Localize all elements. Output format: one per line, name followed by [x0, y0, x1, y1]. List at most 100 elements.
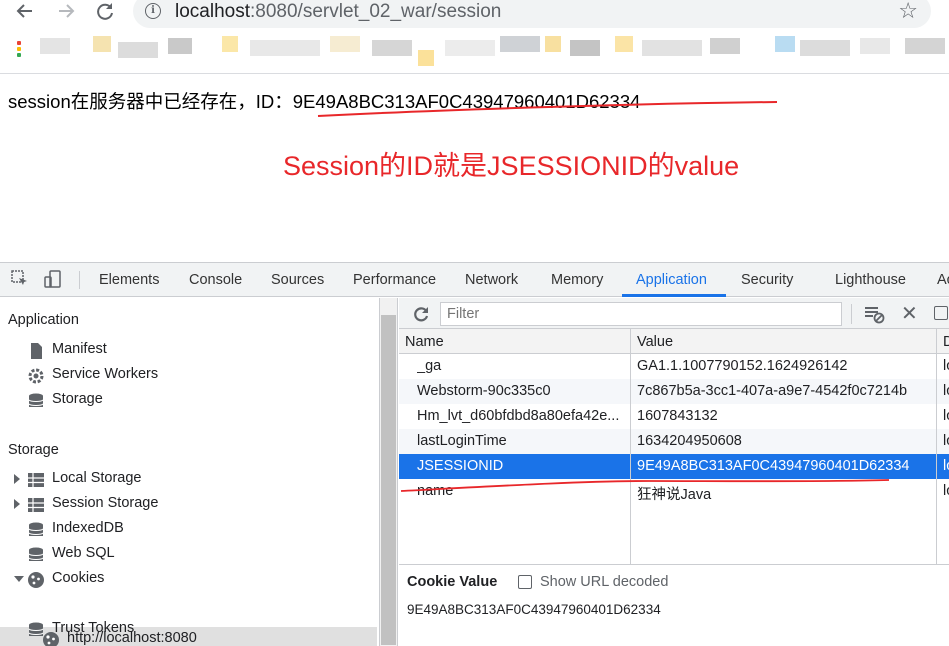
- red-underline-mark: [317, 101, 778, 117]
- tab-console[interactable]: Console: [189, 272, 242, 288]
- bookmarks-bar: [0, 30, 949, 74]
- cookie-table: Name Value D _ga GA1.1.1007790152.162492…: [399, 329, 949, 564]
- apps-icon[interactable]: [17, 41, 21, 45]
- blurred-bookmark[interactable]: [710, 38, 740, 54]
- tab-application[interactable]: Application: [636, 272, 707, 288]
- sidebar-item-manifest[interactable]: Manifest: [27, 339, 227, 363]
- delete-selected-icon[interactable]: ✕: [901, 301, 918, 326]
- url-text[interactable]: localhost:8080/servlet_02_war/session: [175, 1, 501, 23]
- devtools-panel: Elements Console Sources Performance Net…: [0, 262, 949, 646]
- sidebar-header-application: Application: [8, 312, 79, 328]
- blurred-bookmark[interactable]: [222, 36, 238, 52]
- cookie-domain-cell: lo: [943, 383, 949, 399]
- sidebar-item-label: Local Storage: [52, 470, 142, 486]
- blurred-bookmark[interactable]: [860, 38, 890, 54]
- sidebar-item-label: Service Workers: [52, 366, 159, 382]
- grid-icon: [27, 496, 45, 514]
- blurred-bookmark[interactable]: [372, 40, 412, 56]
- inspect-element-icon[interactable]: [10, 269, 30, 289]
- back-arrow-icon[interactable]: [13, 0, 37, 24]
- screenshot-root: i localhost:8080/servlet_02_war/session …: [0, 0, 949, 646]
- url-path: :8080/servlet_02_war/session: [250, 1, 502, 22]
- tab-memory[interactable]: Memory: [551, 272, 603, 288]
- blurred-bookmark[interactable]: [545, 36, 561, 52]
- column-header-domain[interactable]: D: [943, 334, 949, 350]
- sidebar-item-label: Web SQL: [52, 545, 115, 561]
- table-row[interactable]: lastLoginTime 1634204950608 lo: [399, 429, 949, 454]
- sidebar-item-trust-tokens[interactable]: Trust Tokens: [27, 618, 247, 642]
- bookmark-star-icon[interactable]: ☆: [898, 0, 918, 24]
- column-divider[interactable]: [936, 329, 937, 564]
- sidebar-item-service-workers[interactable]: Service Workers: [27, 364, 227, 388]
- collapse-arrow-icon[interactable]: [14, 576, 24, 582]
- refresh-icon[interactable]: [411, 304, 431, 324]
- gear-icon: [27, 367, 45, 385]
- blurred-bookmark[interactable]: [570, 40, 600, 56]
- blurred-bookmark[interactable]: [250, 40, 320, 56]
- blurred-bookmark[interactable]: [800, 40, 850, 56]
- blurred-bookmark[interactable]: [40, 38, 70, 54]
- cookie-value-title: Cookie Value: [407, 574, 498, 590]
- cookie-domain-cell: lo: [943, 483, 949, 499]
- session-message-prefix: session在服务器中已经存在，ID：: [8, 91, 293, 112]
- only-show-issues-checkbox[interactable]: [934, 306, 948, 320]
- tab-accessibility-cut[interactable]: Ac: [937, 272, 949, 288]
- sidebar-item-local-storage[interactable]: Local Storage: [14, 468, 247, 492]
- blurred-bookmark[interactable]: [775, 36, 795, 52]
- expand-arrow-icon[interactable]: [14, 499, 20, 509]
- cookie-domain-cell: lo: [943, 358, 949, 374]
- reload-icon[interactable]: [93, 0, 117, 24]
- cookies-main-pane: ✕ Name Value D _ga GA1.1.1007790152.1624…: [399, 298, 949, 646]
- table-row[interactable]: _ga GA1.1.1007790152.1624926142 lo: [399, 354, 949, 379]
- tab-performance[interactable]: Performance: [353, 272, 436, 288]
- blurred-bookmark[interactable]: [418, 50, 434, 66]
- device-toolbar-icon[interactable]: [43, 269, 63, 289]
- blurred-bookmark[interactable]: [118, 42, 158, 58]
- database-icon: [27, 392, 45, 410]
- forward-arrow-icon[interactable]: [54, 0, 78, 24]
- sidebar-item-session-storage[interactable]: Session Storage: [14, 493, 247, 517]
- blurred-bookmark[interactable]: [905, 38, 945, 54]
- apps-icon-dot: [17, 47, 21, 51]
- show-url-decoded-label[interactable]: Show URL decoded: [540, 574, 668, 590]
- sidebar-item-storage[interactable]: Storage: [27, 389, 227, 413]
- filter-input[interactable]: [440, 302, 842, 326]
- tab-network[interactable]: Network: [465, 272, 518, 288]
- tab-elements[interactable]: Elements: [99, 272, 159, 288]
- show-url-decoded-checkbox[interactable]: [518, 575, 532, 589]
- table-row[interactable]: Hm_lvt_d60bfdbd8a80efa42e... 1607843132 …: [399, 404, 949, 429]
- cookie-name-cell: Webstorm-90c335c0: [417, 383, 551, 399]
- sidebar-item-label: Session Storage: [52, 495, 159, 511]
- cookie-value-cell: 1607843132: [637, 408, 718, 424]
- tab-security[interactable]: Security: [741, 272, 793, 288]
- sidebar-item-indexeddb[interactable]: IndexedDB: [27, 518, 247, 542]
- devtools-tabbar: Elements Console Sources Performance Net…: [0, 263, 949, 297]
- application-sidebar: Application Manifest Service Workers Sto…: [0, 298, 379, 646]
- cookie-value-text[interactable]: 9E49A8BC313AF0C43947960401D62334: [407, 602, 661, 617]
- column-divider[interactable]: [630, 329, 631, 564]
- blurred-bookmark[interactable]: [642, 40, 702, 56]
- cookie-domain-cell: lo: [943, 408, 949, 424]
- address-bar[interactable]: i localhost:8080/servlet_02_war/session …: [133, 0, 931, 28]
- sidebar-item-cookies[interactable]: Cookies: [14, 568, 247, 592]
- blurred-bookmark[interactable]: [330, 36, 360, 52]
- toolbar-divider: [79, 271, 80, 289]
- annotation-text: Session的ID就是JSESSIONID的value: [283, 151, 740, 181]
- column-header-name[interactable]: Name: [405, 334, 444, 350]
- tab-lighthouse[interactable]: Lighthouse: [835, 272, 906, 288]
- sidebar-scrollbar-thumb[interactable]: [381, 315, 396, 645]
- cookie-domain-cell: lo: [943, 433, 949, 449]
- cookie-icon: [27, 571, 45, 589]
- blurred-bookmark[interactable]: [93, 36, 111, 52]
- blurred-bookmark[interactable]: [168, 38, 192, 54]
- column-header-value[interactable]: Value: [637, 334, 673, 350]
- tab-sources[interactable]: Sources: [271, 272, 324, 288]
- info-icon[interactable]: i: [145, 3, 161, 19]
- blurred-bookmark[interactable]: [615, 36, 633, 52]
- table-row[interactable]: Webstorm-90c335c0 7c867b5a-3cc1-407a-a9e…: [399, 379, 949, 404]
- expand-arrow-icon[interactable]: [14, 474, 20, 484]
- sidebar-item-web-sql[interactable]: Web SQL: [27, 543, 247, 567]
- blurred-bookmark[interactable]: [445, 40, 495, 56]
- blurred-bookmark[interactable]: [500, 36, 540, 52]
- clear-filtered-cookies-icon[interactable]: [864, 304, 886, 324]
